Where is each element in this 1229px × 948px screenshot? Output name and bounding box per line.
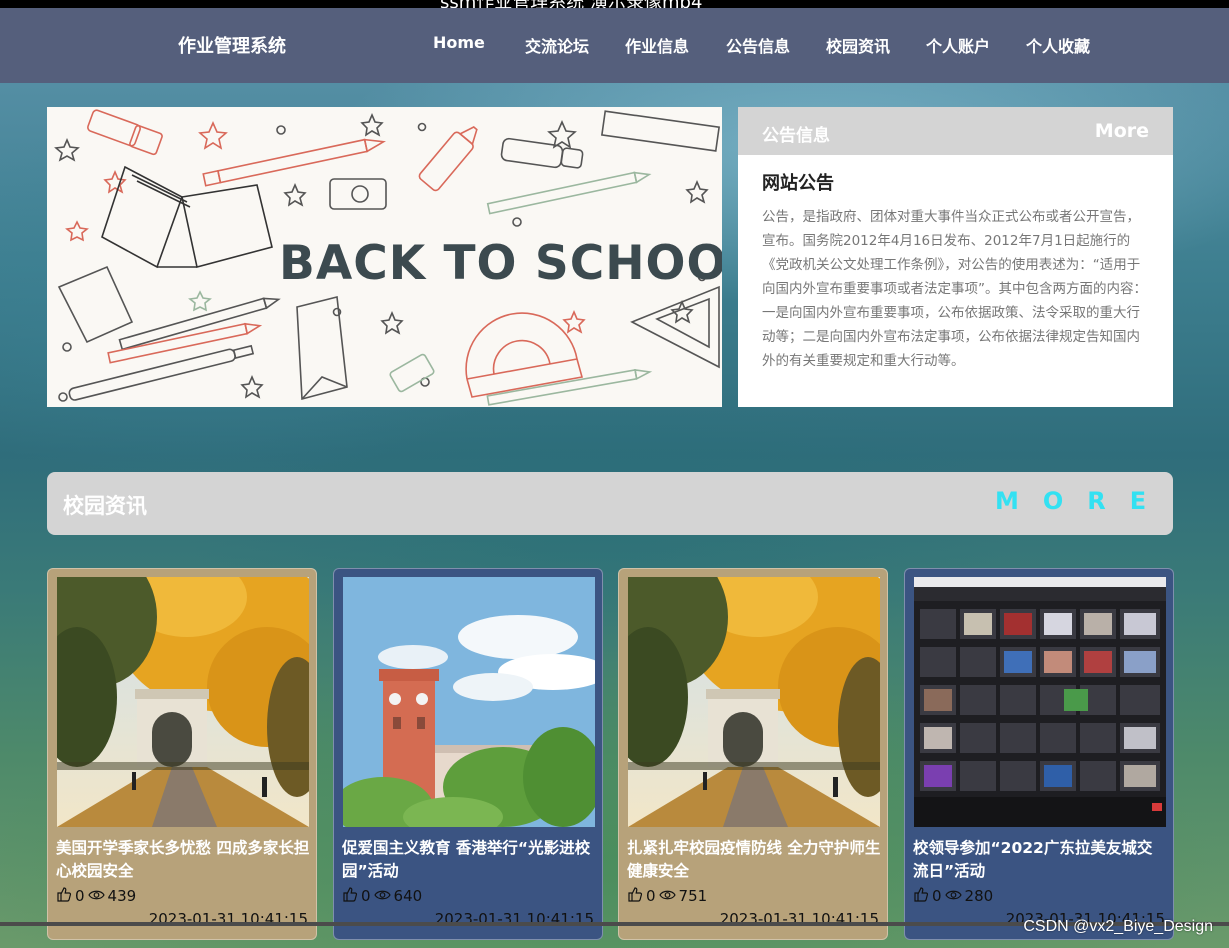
news-card-stats: 0 280 — [913, 886, 993, 906]
like-count: 0 — [932, 887, 942, 905]
video-conference-grid-image — [914, 577, 1166, 827]
top-navbar: 作业管理系统 Home 交流论坛 作业信息 公告信息 校园资讯 个人账户 个人收… — [0, 8, 1229, 83]
news-card-image[interactable] — [628, 577, 880, 827]
news-card-stats: 0 439 — [56, 886, 136, 906]
news-card[interactable]: 美国开学季家长多忧愁 四成多家长担心校园安全 0 439 2023-01-31 … — [47, 568, 317, 940]
campus-news-more-link[interactable]: MORE — [995, 487, 1170, 515]
clock-tower-blue-sky-image — [343, 577, 595, 827]
news-card-stats: 0 640 — [342, 886, 422, 906]
like-count: 0 — [361, 887, 371, 905]
nav-item-homework[interactable]: 作业信息 — [625, 33, 689, 57]
site-brand[interactable]: 作业管理系统 — [178, 32, 286, 58]
thumbs-up-icon[interactable] — [342, 886, 358, 906]
view-count: 640 — [393, 887, 423, 905]
news-card-image[interactable] — [343, 577, 595, 827]
eye-icon — [944, 887, 962, 905]
nav-item-account[interactable]: 个人账户 — [926, 33, 990, 57]
nav-item-favorites[interactable]: 个人收藏 — [1026, 33, 1090, 57]
view-count: 439 — [107, 887, 137, 905]
nav-item-notices[interactable]: 公告信息 — [726, 33, 790, 57]
news-card[interactable]: 促爱国主义教育 香港举行“光影进校园”活动 0 640 2023-01-31 1… — [333, 568, 603, 940]
news-card-title[interactable]: 美国开学季家长多忧愁 四成多家长担心校园安全 — [56, 837, 310, 883]
notice-header: 公告信息 More — [738, 107, 1173, 155]
hero-banner[interactable]: BACK TO SCHOOL — [47, 107, 722, 407]
thumbs-up-icon[interactable] — [913, 886, 929, 906]
campus-autumn-gate-image — [628, 577, 880, 827]
notice-more-link[interactable]: More — [1095, 120, 1149, 142]
news-card-image[interactable] — [57, 577, 309, 827]
campus-news-title: 校园资讯 — [63, 494, 147, 518]
news-card-image[interactable] — [914, 577, 1166, 827]
thumbs-up-icon[interactable] — [56, 886, 72, 906]
notice-header-title: 公告信息 — [762, 126, 830, 146]
video-title-strip: ssm作业管理系统 演示录像mp4 — [0, 0, 1229, 8]
notice-fade-overlay — [738, 367, 1173, 407]
eye-icon — [373, 887, 391, 905]
nav-item-forum[interactable]: 交流论坛 — [525, 33, 589, 57]
news-card[interactable]: 扎紧扎牢校园疫情防线 全力守护师生健康安全 0 751 2023-01-31 1… — [618, 568, 888, 940]
nav-item-campus-news[interactable]: 校园资讯 — [826, 33, 890, 57]
campus-news-header: 校园资讯 MORE — [47, 472, 1173, 535]
csdn-watermark: CSDN @vx2_Biye_Design — [1023, 918, 1213, 935]
like-count: 0 — [646, 887, 656, 905]
view-count: 280 — [964, 887, 994, 905]
news-card-title[interactable]: 校领导参加“2022广东拉美友城交流日”活动 — [913, 837, 1167, 883]
notice-body: 公告，是指政府、团体对重大事件当众正式公布或者公开宣告，宣布。国务院2012年4… — [762, 209, 1147, 369]
campus-autumn-gate-image — [57, 577, 309, 827]
video-title-text: ssm作业管理系统 演示录像mp4 — [440, 0, 702, 8]
eye-icon — [87, 887, 105, 905]
like-count: 0 — [75, 887, 85, 905]
news-card-title[interactable]: 扎紧扎牢校园疫情防线 全力守护师生健康安全 — [627, 837, 881, 883]
back-to-school-illustration: BACK TO SCHOOL — [54, 109, 722, 406]
banner-headline: BACK TO SCHOOL — [279, 236, 722, 291]
news-card-title[interactable]: 促爱国主义教育 香港举行“光影进校园”活动 — [342, 837, 596, 883]
news-card[interactable]: 校领导参加“2022广东拉美友城交流日”活动 0 280 2023-01-31 … — [904, 568, 1174, 940]
notice-title[interactable]: 网站公告 — [762, 169, 834, 195]
news-card-stats: 0 751 — [627, 886, 707, 906]
view-count: 751 — [678, 887, 708, 905]
notice-panel: 公告信息 More 网站公告 公告，是指政府、团体对重大事件当众正式公布或者公开… — [738, 107, 1173, 407]
nav-item-home[interactable]: Home — [433, 33, 485, 52]
eye-icon — [658, 887, 676, 905]
thumbs-up-icon[interactable] — [627, 886, 643, 906]
